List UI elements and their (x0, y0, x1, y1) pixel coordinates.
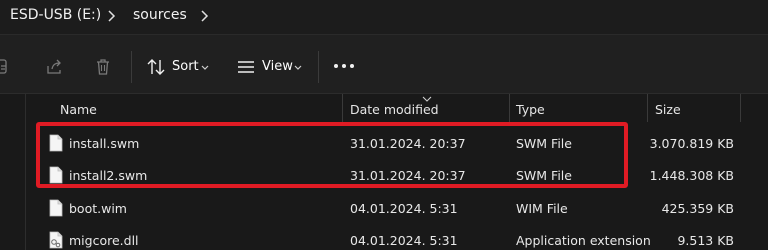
breadcrumb-folder[interactable]: sources (133, 7, 187, 23)
column-divider[interactable] (342, 94, 343, 122)
highlight-annotation (36, 122, 628, 188)
column-header-date[interactable]: Date modified (350, 102, 439, 117)
chevron-right-icon[interactable] (197, 9, 211, 23)
share-icon[interactable] (44, 57, 64, 77)
chevron-right-icon[interactable] (104, 9, 118, 23)
command-bar: Sort View (0, 34, 768, 94)
column-divider[interactable] (740, 94, 741, 122)
view-icon[interactable] (236, 57, 256, 77)
toolbar-separator (318, 51, 319, 83)
dll-file-icon (49, 231, 63, 249)
column-divider[interactable] (647, 94, 648, 122)
delete-icon[interactable] (93, 57, 113, 77)
column-header-type[interactable]: Type (516, 102, 545, 117)
file-size: 3.070.819 KB (649, 136, 734, 151)
file-icon (49, 199, 63, 217)
sort-button[interactable]: Sort (172, 59, 199, 74)
column-header-size[interactable]: Size (655, 102, 681, 117)
chevron-down-icon[interactable] (201, 65, 209, 71)
file-size: 9.513 KB (677, 233, 734, 248)
copy-icon[interactable] (0, 57, 12, 77)
file-type: Application extension (516, 233, 651, 248)
column-header-row: Name Date modified Type Size (0, 94, 768, 122)
table-row[interactable]: boot.wim 04.01.2024. 5:31 WIM File 425.3… (0, 193, 768, 225)
file-list: Name Date modified Type Size install.swm… (0, 94, 768, 250)
view-button[interactable]: View (262, 59, 293, 74)
breadcrumb-drive[interactable]: ESD-USB (E:) (10, 7, 101, 23)
toolbar-separator (131, 51, 132, 83)
file-date: 04.01.2024. 5:31 (350, 201, 458, 216)
sort-icon[interactable] (146, 57, 166, 77)
file-size: 425.359 KB (661, 201, 734, 216)
chevron-down-icon[interactable] (294, 65, 302, 71)
more-icon[interactable] (334, 64, 356, 70)
file-name[interactable]: boot.wim (69, 201, 127, 216)
file-type: WIM File (516, 201, 568, 216)
file-name[interactable]: migcore.dll (69, 233, 139, 248)
file-date: 04.01.2024. 5:31 (350, 233, 458, 248)
address-bar: ESD-USB (E:) sources (0, 0, 768, 34)
column-header-name[interactable]: Name (60, 102, 97, 117)
table-row[interactable]: migcore.dll 04.01.2024. 5:31 Application… (0, 225, 768, 250)
navigation-pane-divider[interactable] (25, 94, 26, 250)
column-divider[interactable] (509, 94, 510, 122)
file-size: 1.448.308 KB (649, 168, 734, 183)
